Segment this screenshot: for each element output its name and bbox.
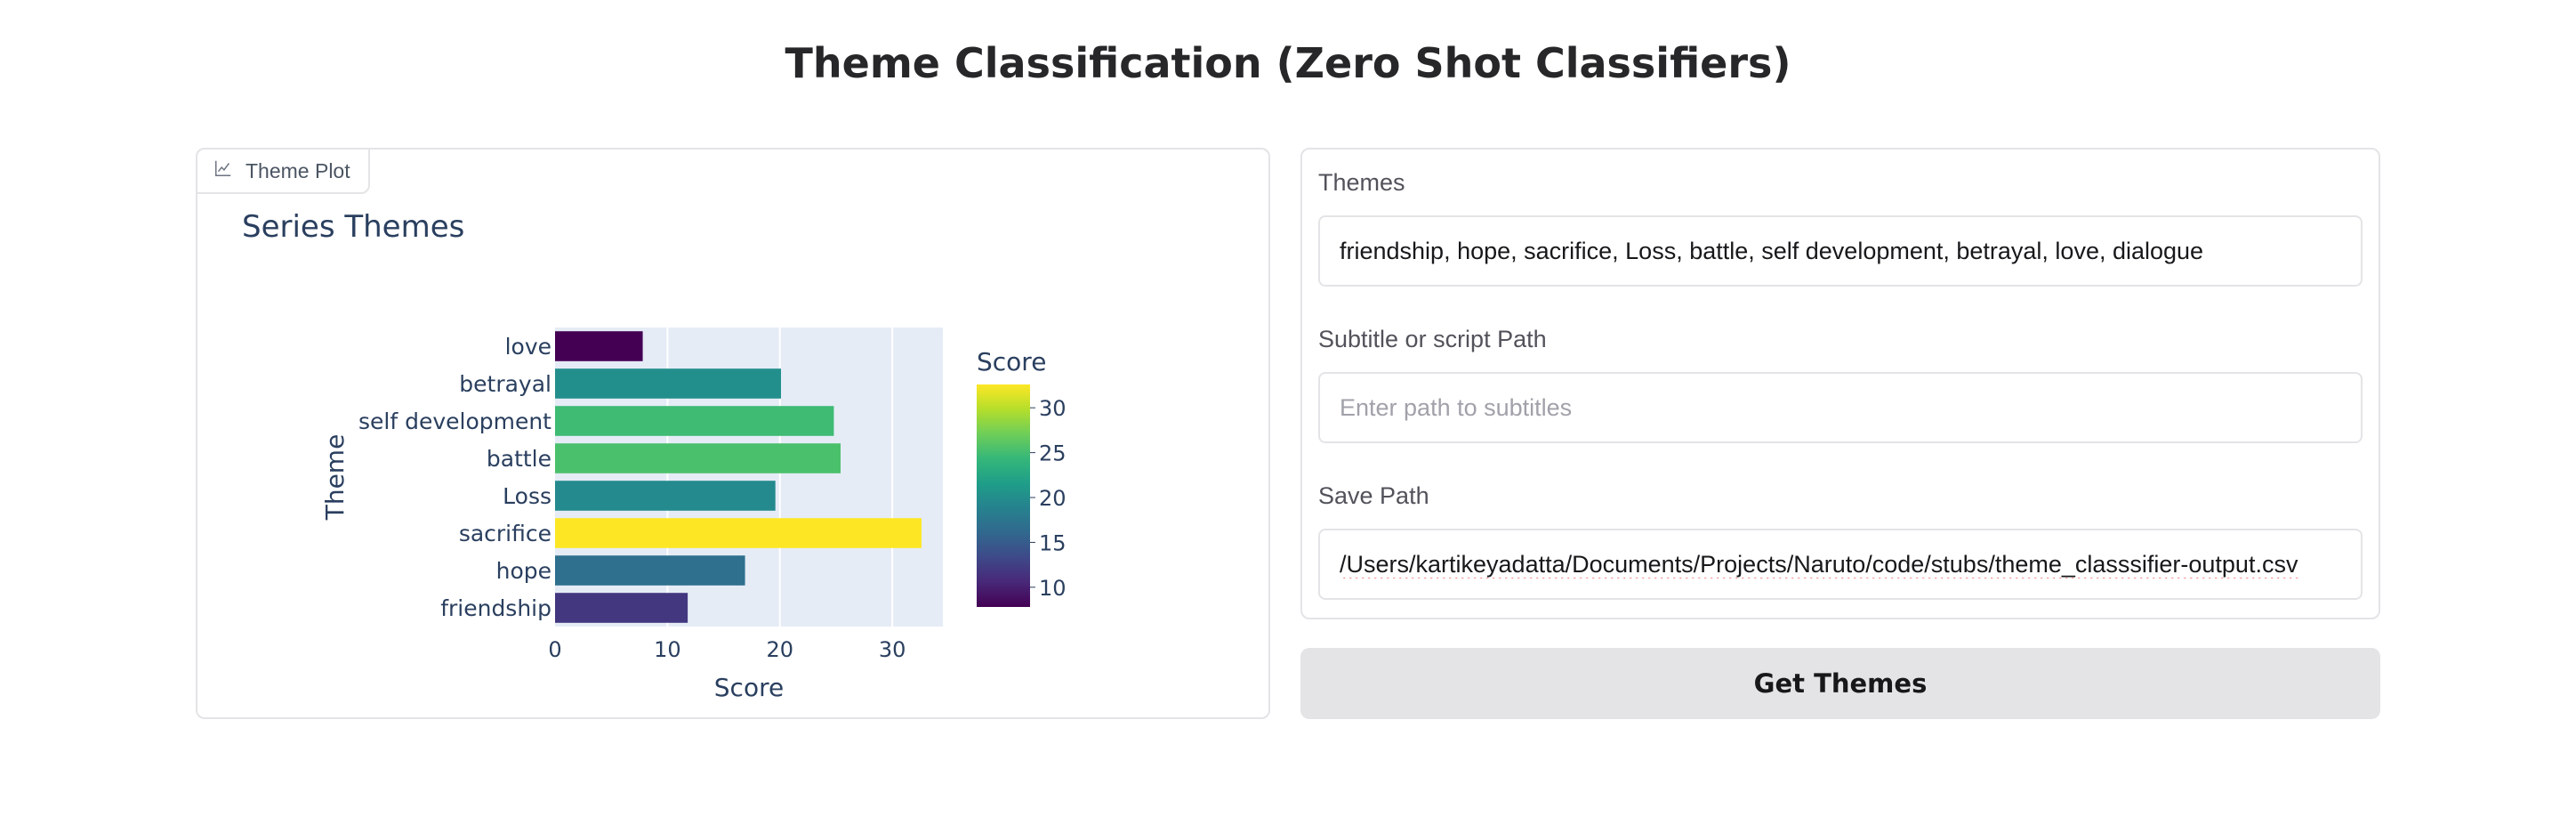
- subtitle-path-label: Subtitle or script Path: [1318, 326, 1547, 352]
- page-title: Theme Classification (Zero Shot Classifi…: [785, 39, 1791, 87]
- colorbar-tick-label: 20: [1039, 486, 1067, 511]
- colorbar-tick-label: 30: [1039, 396, 1067, 421]
- save-path-input[interactable]: [1318, 529, 2363, 600]
- themes-label: Themes: [1318, 169, 1405, 196]
- category-label: self development: [358, 408, 551, 434]
- bar-love: [555, 331, 643, 361]
- x-tick-label: 20: [766, 637, 793, 662]
- save-path-label: Save Path: [1318, 482, 1429, 509]
- category-label: battle: [487, 446, 551, 472]
- series-themes-chart: Series Themes friendship hope sacrifice Loss…: [242, 209, 1067, 702]
- get-themes-button[interactable]: Get Themes: [1300, 648, 2380, 719]
- chart-title: Series Themes: [242, 209, 464, 245]
- category-label: sacrifice: [459, 521, 551, 546]
- bar-friendship: [555, 593, 688, 623]
- colorbar-title: Score: [977, 347, 1046, 376]
- category-label: betrayal: [459, 371, 551, 397]
- subtitle-path-input[interactable]: [1318, 372, 2363, 443]
- x-tick-label: 0: [548, 637, 561, 662]
- bar-sacrifice: [555, 518, 922, 548]
- category-label: hope: [496, 558, 551, 584]
- colorbar-tick-label: 25: [1039, 441, 1067, 466]
- bar-betrayal: [555, 368, 782, 399]
- colorbar-tick-label: 15: [1039, 530, 1067, 555]
- colorbar-tick-label: 10: [1039, 576, 1067, 601]
- settings-form: Themes Subtitle or script Path Save Path: [1300, 148, 2380, 619]
- theme-plot-panel: Series Themes friendship hope sacrifice Loss…: [196, 148, 1270, 719]
- plot-label-text: Theme Plot: [246, 158, 350, 182]
- themes-input[interactable]: [1318, 215, 2363, 287]
- x-tick-label: 30: [879, 637, 906, 662]
- x-tick-label: 10: [654, 637, 681, 662]
- chart-icon: [213, 158, 233, 183]
- category-label: love: [505, 334, 551, 360]
- category-label: Loss: [503, 483, 551, 509]
- category-label: friendship: [440, 595, 551, 621]
- y-axis-title: Theme: [320, 434, 350, 522]
- bar-battle: [555, 443, 841, 473]
- bar-self-development: [555, 406, 834, 436]
- colorbar: [977, 384, 1030, 607]
- plot-label: Theme Plot: [196, 148, 370, 194]
- bar-hope: [555, 555, 745, 586]
- x-axis-title: Score: [714, 673, 784, 702]
- bar-loss: [555, 481, 776, 511]
